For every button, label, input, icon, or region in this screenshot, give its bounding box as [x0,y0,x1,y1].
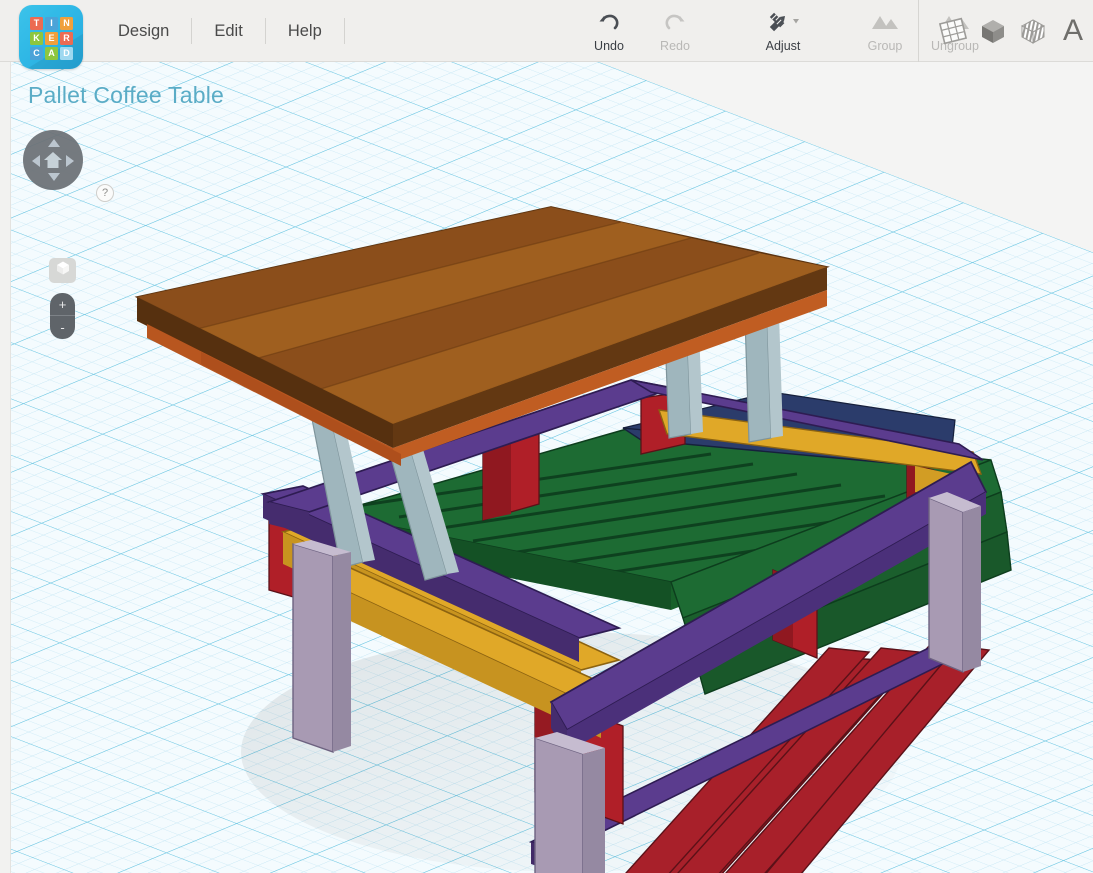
logo-tile-a: A [45,47,58,60]
zoom-controls[interactable]: + - [50,293,75,339]
nav-arrow-up-icon[interactable] [48,139,60,147]
group-button[interactable]: Group [852,0,918,62]
undo-arrow-icon [597,9,621,35]
menu-edit[interactable]: Edit [192,17,266,44]
fit-to-view-button[interactable] [49,258,76,283]
redo-arrow-icon [663,9,687,35]
zoom-out-button[interactable]: - [50,316,75,339]
design-canvas[interactable]: Pallet Coffee Table ? + - [10,62,1093,873]
logo-letter-grid: T I N K E R C A D [30,17,73,60]
hole-cube-icon[interactable] [1013,11,1053,51]
zoom-in-button[interactable]: + [50,293,75,316]
logo-tile-c: C [30,47,43,60]
logo-tile-e: E [45,32,58,45]
logo-badge: T I N K E R C A D [19,5,83,69]
text-tool-label: A [1062,14,1083,47]
tinkercad-logo[interactable]: T I N K E R C A D [19,5,83,69]
redo-label: Redo [660,39,690,53]
home-icon[interactable] [43,150,63,170]
logo-tile-k: K [30,32,43,45]
undo-button[interactable]: Undo [576,0,642,62]
menu-design[interactable]: Design [100,17,193,44]
undo-label: Undo [594,39,624,53]
mountains-merge-icon [868,9,902,35]
nav-arrow-down-icon[interactable] [48,173,60,181]
pencil-ruler-icon [766,9,800,35]
group-label: Group [867,39,903,53]
text-tool-icon[interactable]: A [1053,11,1093,51]
logo-tile-n: N [60,17,73,30]
fit-to-view-cube-icon [55,260,71,281]
help-button[interactable]: ? [96,184,114,202]
solid-cube-icon[interactable] [973,11,1013,51]
app-header: T I N K E R C A D Design Edit Help Undo … [0,0,1093,69]
shape-toolbar: A [918,0,1093,62]
redo-button[interactable]: Redo [642,0,708,62]
adjust-button[interactable]: Adjust [750,0,816,62]
logo-tile-i: I [45,17,58,30]
view-navigation-widget[interactable] [23,130,83,190]
pallet-coffee-table-3d-model[interactable] [11,62,1093,873]
page-title: Pallet Coffee Table [28,82,225,108]
logo-tile-r: R [60,32,73,45]
logo-tile-d: D [60,47,73,60]
logo-tile-t: T [30,17,43,30]
main-menu: Design Edit Help [100,0,345,62]
menu-help[interactable]: Help [266,17,345,44]
workplane-grid-icon[interactable] [933,11,973,51]
nav-arrow-right-icon[interactable] [66,155,74,167]
nav-arrow-left-icon[interactable] [32,155,40,167]
adjust-label: Adjust [765,39,801,53]
